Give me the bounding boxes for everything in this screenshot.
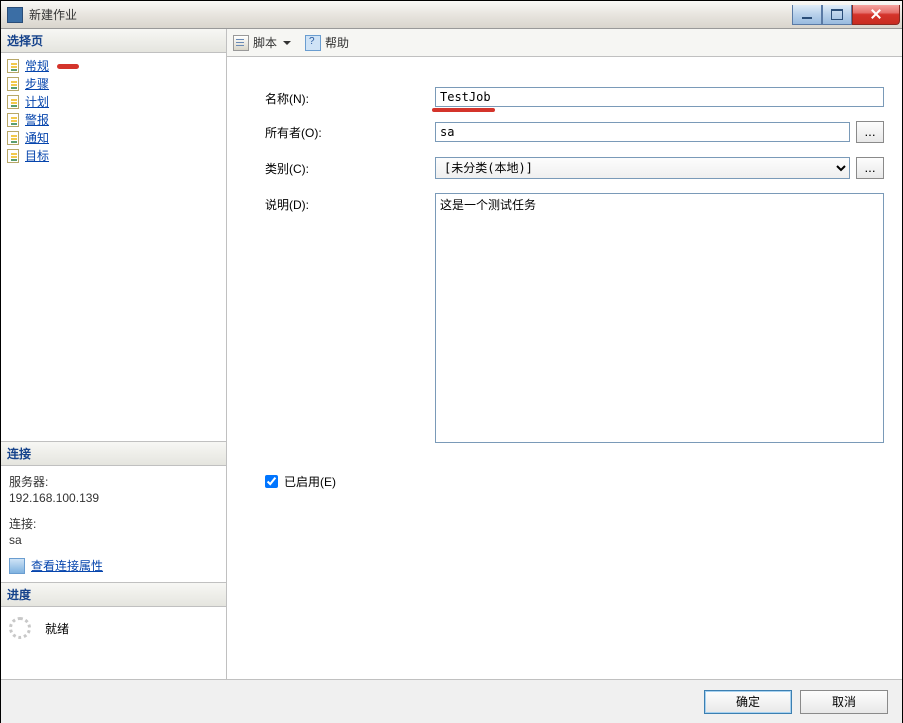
page-icon bbox=[7, 77, 21, 91]
page-icon bbox=[7, 149, 21, 163]
sidebar-item-steps[interactable]: 步骤 bbox=[3, 75, 224, 93]
page-icon bbox=[7, 95, 21, 109]
desc-label: 说明(D): bbox=[265, 193, 435, 213]
progress-header: 进度 bbox=[1, 583, 226, 607]
view-props-link[interactable]: 查看连接属性 bbox=[31, 558, 103, 574]
window-controls bbox=[792, 5, 900, 25]
sidebar-item-targets[interactable]: 目标 bbox=[3, 147, 224, 165]
owner-label: 所有者(O): bbox=[265, 121, 435, 141]
owner-input[interactable] bbox=[435, 122, 850, 142]
connection-label: 连接: bbox=[9, 516, 218, 532]
enabled-label: 已启用(E) bbox=[284, 473, 336, 490]
connection-header: 连接 bbox=[1, 442, 226, 466]
page-icon bbox=[7, 113, 21, 127]
enabled-checkbox[interactable] bbox=[265, 475, 278, 488]
titlebar: 新建作业 bbox=[1, 1, 902, 29]
connection-value: sa bbox=[9, 532, 218, 548]
desc-textarea[interactable]: 这是一个测试任务 bbox=[435, 193, 884, 443]
server-icon bbox=[9, 558, 25, 574]
script-icon bbox=[233, 35, 249, 51]
sidebar-item-label: 常规 bbox=[25, 58, 49, 74]
connection-panel: 连接 服务器: 192.168.100.139 连接: sa 查看连接属性 bbox=[1, 441, 226, 582]
category-browse-button[interactable]: ... bbox=[856, 157, 884, 179]
server-value: 192.168.100.139 bbox=[9, 490, 218, 506]
owner-browse-button[interactable]: ... bbox=[856, 121, 884, 143]
script-button[interactable]: 脚本 bbox=[253, 34, 277, 51]
close-button[interactable] bbox=[852, 5, 900, 25]
page-icon bbox=[7, 59, 21, 73]
sidebar-item-alerts[interactable]: 警报 bbox=[3, 111, 224, 129]
annotation-mark bbox=[57, 64, 79, 69]
toolbar: 脚本 帮助 bbox=[227, 29, 902, 57]
sidebar-pages: 常规 步骤 计划 警报 通知 目标 bbox=[1, 53, 226, 169]
spinner-icon bbox=[9, 617, 31, 639]
dialog-footer: 确定 取消 bbox=[1, 679, 902, 723]
sidebar-item-general[interactable]: 常规 bbox=[3, 57, 224, 75]
sidebar-item-label: 目标 bbox=[25, 148, 49, 164]
category-label: 类别(C): bbox=[265, 157, 435, 177]
sidebar-item-label: 警报 bbox=[25, 112, 49, 128]
dropdown-arrow-icon[interactable] bbox=[283, 41, 291, 45]
view-connection-properties[interactable]: 查看连接属性 bbox=[9, 558, 218, 574]
cancel-button[interactable]: 取消 bbox=[800, 690, 888, 714]
sidebar-item-schedules[interactable]: 计划 bbox=[3, 93, 224, 111]
sidebar-item-label: 通知 bbox=[25, 130, 49, 146]
sidebar-item-notifications[interactable]: 通知 bbox=[3, 129, 224, 147]
help-button[interactable]: 帮助 bbox=[325, 34, 349, 51]
pages-header: 选择页 bbox=[1, 29, 226, 53]
app-icon bbox=[7, 7, 23, 23]
main-panel: 脚本 帮助 名称(N): 所有者(O): ... 类别(C): bbox=[227, 29, 902, 679]
name-input[interactable] bbox=[435, 87, 884, 107]
window-title: 新建作业 bbox=[29, 6, 792, 23]
minimize-button[interactable] bbox=[792, 5, 822, 25]
page-icon bbox=[7, 131, 21, 145]
server-label: 服务器: bbox=[9, 474, 218, 490]
sidebar-item-label: 步骤 bbox=[25, 76, 49, 92]
category-select[interactable]: [未分类(本地)] bbox=[435, 157, 850, 179]
ok-button[interactable]: 确定 bbox=[704, 690, 792, 714]
enabled-row[interactable]: 已启用(E) bbox=[265, 473, 884, 490]
progress-panel: 进度 就绪 bbox=[1, 582, 226, 679]
sidebar: 选择页 常规 步骤 计划 警报 通知 bbox=[1, 29, 227, 679]
sidebar-item-label: 计划 bbox=[25, 94, 49, 110]
name-label: 名称(N): bbox=[265, 87, 435, 107]
progress-status: 就绪 bbox=[45, 620, 69, 637]
maximize-button[interactable] bbox=[822, 5, 852, 25]
form-area: 名称(N): 所有者(O): ... 类别(C): [未分类(本地)] bbox=[227, 57, 902, 679]
help-icon bbox=[305, 35, 321, 51]
